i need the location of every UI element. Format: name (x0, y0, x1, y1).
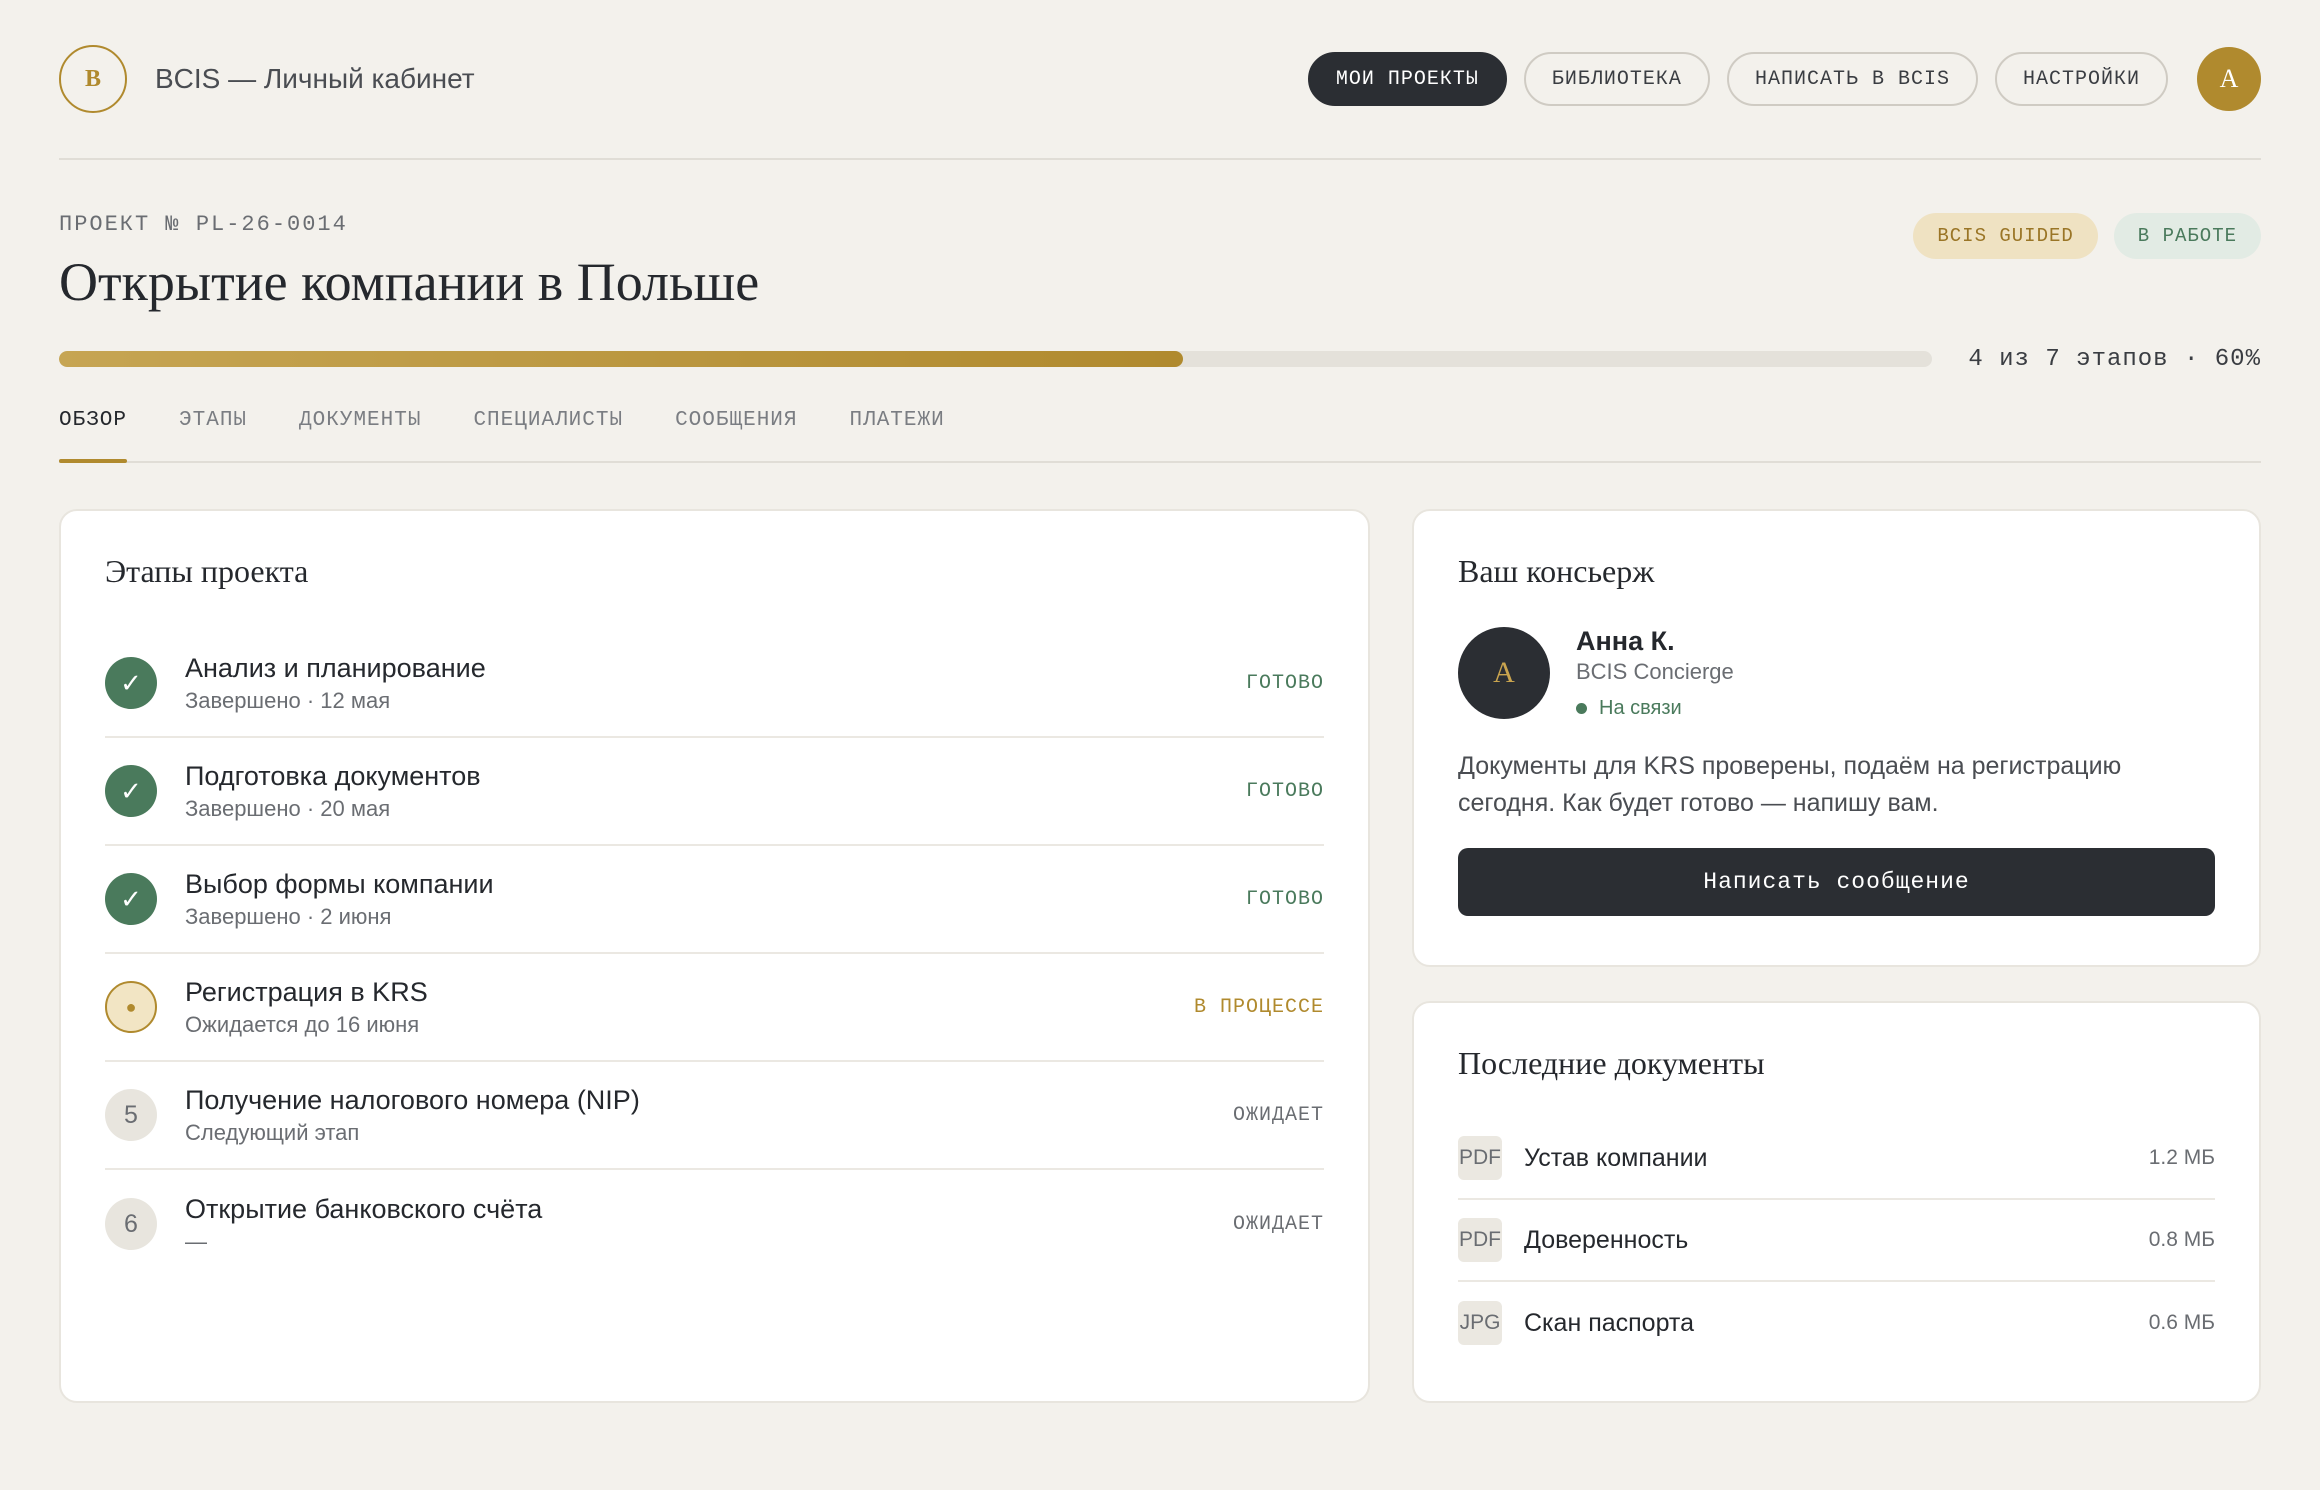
stage-row[interactable]: 5 Получение налогового номера (NIP) След… (105, 1062, 1324, 1170)
stage-subtitle: — (185, 1228, 207, 1254)
stage-subtitle: Завершено · 2 июня (185, 903, 392, 929)
stage-name: Регистрация в KRS (185, 976, 428, 1007)
stage-text: Выбор формы компании Завершено · 2 июня (185, 869, 1246, 930)
jpg-file-icon: JPG (1458, 1301, 1502, 1345)
tab-stages[interactable]: ЭТАПЫ (179, 403, 247, 461)
stage-name: Выбор формы компании (185, 868, 494, 899)
stage-name: Открытие банковского счёта (185, 1193, 543, 1224)
stage-status: ГОТОВО (1245, 887, 1324, 911)
stage-row[interactable]: ✓ Подготовка документов Завершено · 20 м… (105, 738, 1324, 846)
stage-list: ✓ Анализ и планирование Завершено · 12 м… (105, 630, 1324, 1278)
documents-title: Последние документы (1458, 1045, 1765, 1081)
stage-name: Получение налогового номера (NIP) (185, 1084, 640, 1115)
avatar: А (1458, 627, 1550, 719)
stage-subtitle: Следующий этап (185, 1119, 360, 1145)
tab-payments[interactable]: ПЛАТЕЖИ (850, 403, 945, 461)
stages-title: Этапы проекта (105, 553, 309, 589)
in-progress-dot-icon: ● (105, 981, 157, 1033)
stage-text: Анализ и планирование Завершено · 12 мая (185, 653, 1246, 714)
project-badges: BCIS GUIDED В РАБОТЕ (1913, 213, 2261, 259)
check-icon: ✓ (105, 657, 157, 709)
stage-status: ОЖИДАЕТ (1232, 1103, 1324, 1127)
document-size: 0.6 МБ (2148, 1311, 2215, 1334)
concierge-card: Ваш консьерж А Анна К. BCIS Concierge На… (1412, 509, 2261, 967)
stage-name: Анализ и планирование (185, 652, 486, 683)
nav-write-bcis-button[interactable]: НАПИСАТЬ В BCIS (1726, 52, 1978, 106)
stage-row[interactable]: ✓ Выбор формы компании Завершено · 2 июн… (105, 846, 1324, 954)
document-name[interactable]: Устав компании (1524, 1144, 2149, 1173)
progress-row: 4 из 7 этапов · 60% (59, 345, 2261, 373)
top-bar: B BCIS — Личный кабинет МОИ ПРОЕКТЫ БИБЛ… (59, 0, 2261, 160)
document-row[interactable]: JPG Скан паспорта 0.6 МБ (1458, 1282, 2215, 1364)
online-label: На связи (1599, 697, 1682, 719)
concierge-info: Анна К. BCIS Concierge На связи (1576, 626, 1734, 720)
progress-bar (59, 351, 1933, 367)
check-icon: ✓ (105, 765, 157, 817)
write-message-button[interactable]: Написать сообщение (1458, 848, 2215, 916)
concierge-message: Документы для KRS проверены, подаём на р… (1458, 752, 2122, 817)
stage-subtitle: Завершено · 20 мая (185, 795, 391, 821)
concierge-profile: А Анна К. BCIS Concierge На связи (1458, 626, 2215, 720)
stage-status: ГОТОВО (1245, 671, 1324, 695)
pdf-file-icon: PDF (1458, 1136, 1502, 1180)
step-number-icon: 6 (105, 1198, 157, 1250)
stage-name: Подготовка документов (185, 760, 481, 791)
status-badge: В РАБОТЕ (2113, 213, 2261, 259)
stage-status: В ПРОЦЕССЕ (1193, 995, 1324, 1019)
step-number-icon: 5 (105, 1089, 157, 1141)
guided-badge: BCIS GUIDED (1913, 213, 2098, 259)
document-name[interactable]: Скан паспорта (1524, 1309, 2149, 1338)
page-title: Открытие компании в Польше (59, 252, 760, 312)
stage-row[interactable]: ● Регистрация в KRS Ожидается до 16 июня… (105, 954, 1324, 1062)
stages-card: Этапы проекта ✓ Анализ и планирование За… (59, 509, 1370, 1403)
project-tabs: ОБЗОР ЭТАПЫ ДОКУМЕНТЫ СПЕЦИАЛИСТЫ СООБЩЕ… (59, 403, 2261, 463)
document-name[interactable]: Доверенность (1524, 1226, 2149, 1255)
stage-text: Подготовка документов Завершено · 20 мая (185, 761, 1246, 822)
main-content: Этапы проекта ✓ Анализ и планирование За… (59, 509, 2261, 1403)
page: B BCIS — Личный кабинет МОИ ПРОЕКТЫ БИБЛ… (0, 0, 2320, 1490)
stage-status: ГОТОВО (1245, 779, 1324, 803)
document-size: 0.8 МБ (2148, 1228, 2215, 1251)
stage-subtitle: Ожидается до 16 июня (185, 1011, 420, 1037)
progress-label: 4 из 7 этапов · 60% (1968, 345, 2261, 373)
nav-library-button[interactable]: БИБЛИОТЕКА (1523, 52, 1710, 106)
stage-row[interactable]: 6 Открытие банковского счёта — ОЖИДАЕТ (105, 1170, 1324, 1278)
concierge-name: Анна К. (1576, 626, 1675, 656)
progress-fill (59, 351, 1183, 367)
logo[interactable]: B (59, 45, 127, 113)
stage-text: Получение налогового номера (NIP) Следую… (185, 1085, 1233, 1146)
tab-specialists[interactable]: СПЕЦИАЛИСТЫ (473, 403, 623, 461)
document-list: PDF Устав компании 1.2 МБ PDF Довереннос… (1458, 1118, 2215, 1364)
document-size: 1.2 МБ (2148, 1146, 2215, 1169)
online-status: На связи (1576, 697, 1734, 720)
check-icon: ✓ (105, 873, 157, 925)
concierge-role: BCIS Concierge (1576, 659, 1734, 684)
pdf-file-icon: PDF (1458, 1218, 1502, 1262)
nav-settings-button[interactable]: НАСТРОЙКИ (1994, 52, 2168, 106)
online-dot-icon (1576, 703, 1587, 714)
stage-text: Открытие банковского счёта — (185, 1194, 1233, 1255)
document-row[interactable]: PDF Устав компании 1.2 МБ (1458, 1118, 2215, 1200)
main-nav: МОИ ПРОЕКТЫ БИБЛИОТЕКА НАПИСАТЬ В BCIS Н… (1307, 47, 2261, 111)
sidebar: Ваш консьерж А Анна К. BCIS Concierge На… (1412, 509, 2261, 1403)
nav-my-projects-button[interactable]: МОИ ПРОЕКТЫ (1307, 52, 1507, 106)
tab-messages[interactable]: СООБЩЕНИЯ (675, 403, 797, 461)
tab-documents[interactable]: ДОКУМЕНТЫ (299, 403, 421, 461)
stage-status: ОЖИДАЕТ (1232, 1212, 1324, 1236)
app-title: BCIS — Личный кабинет (155, 63, 475, 94)
user-avatar[interactable]: A (2197, 47, 2261, 111)
recent-documents-card: Последние документы PDF Устав компании 1… (1412, 1001, 2261, 1403)
tab-overview[interactable]: ОБЗОР (59, 403, 128, 463)
project-header: ПРОЕКТ № PL-26-0014 Открытие компании в … (59, 160, 2261, 373)
document-row[interactable]: PDF Доверенность 0.8 МБ (1458, 1200, 2215, 1282)
stage-text: Регистрация в KRS Ожидается до 16 июня (185, 977, 1194, 1038)
stage-row[interactable]: ✓ Анализ и планирование Завершено · 12 м… (105, 630, 1324, 738)
concierge-title: Ваш консьерж (1458, 553, 1655, 589)
stage-subtitle: Завершено · 12 мая (185, 687, 391, 713)
